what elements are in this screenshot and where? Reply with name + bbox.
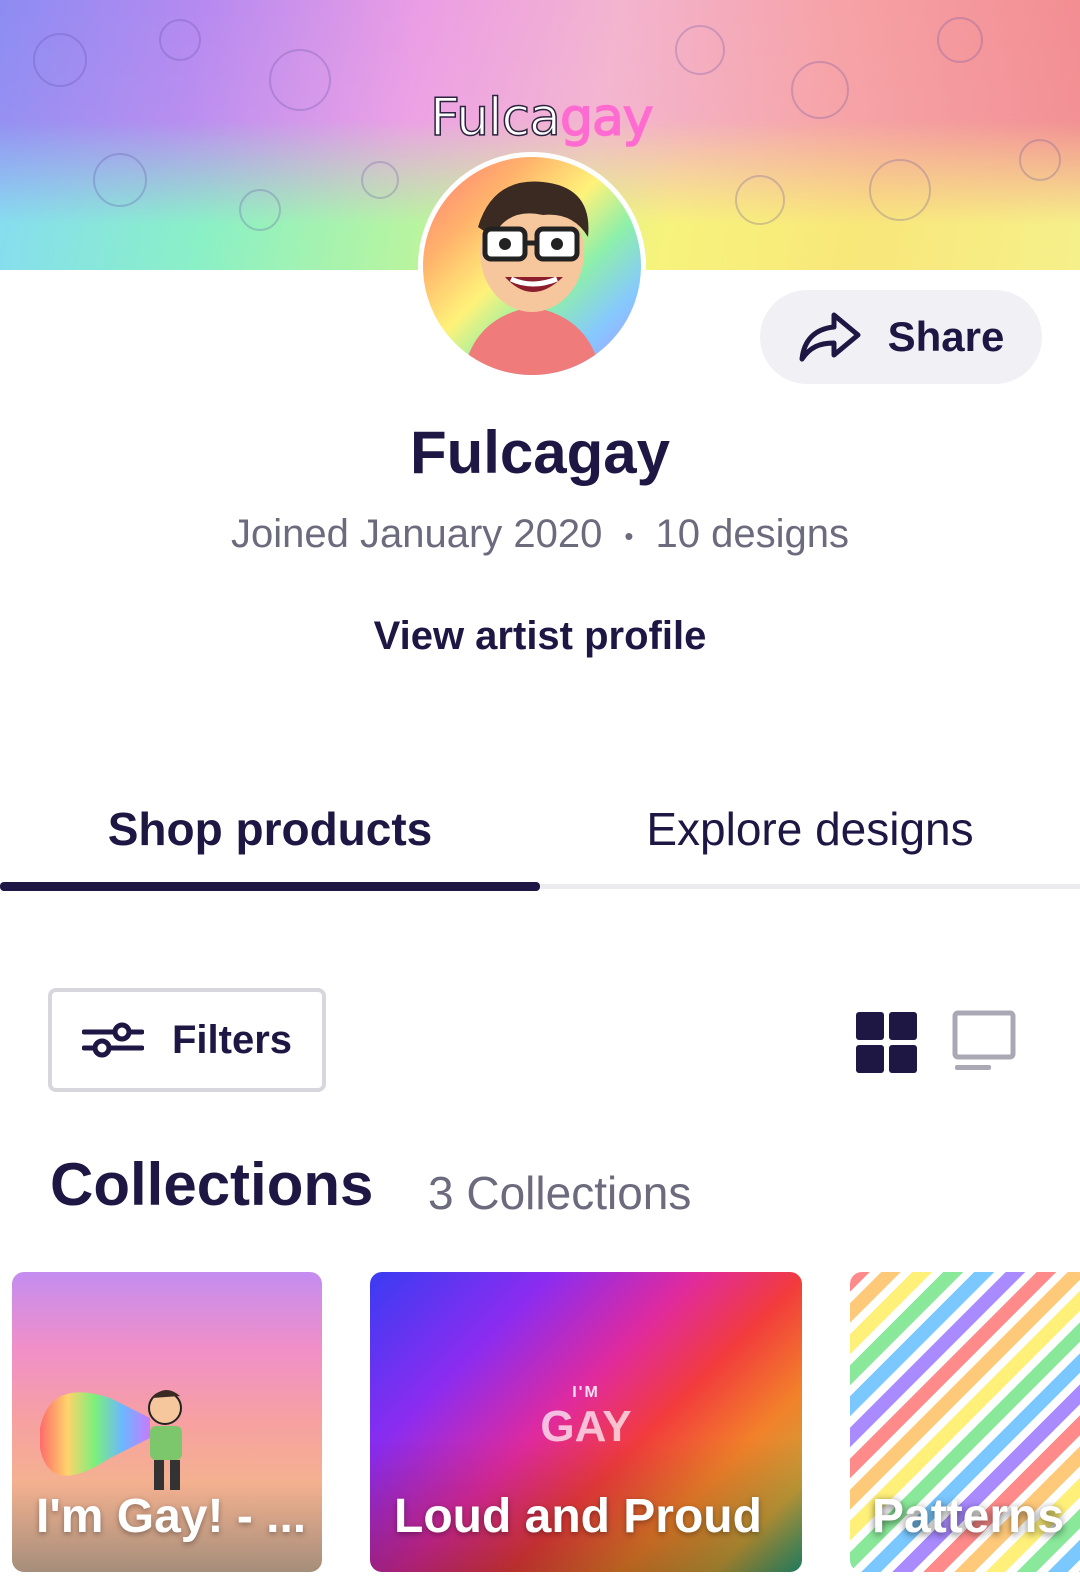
joined-date: Joined January 2020	[231, 512, 603, 556]
artist-name: Fulcagay	[409, 419, 671, 486]
shop-logo: Fulcagay	[429, 87, 654, 149]
list-view-icon[interactable]	[952, 1010, 1016, 1074]
collections-carousel: I'm Gay! - ... I'M GAY Loud and Proud Pa…	[0, 1272, 1080, 1574]
collection-card[interactable]: I'm Gay! - ...	[12, 1272, 322, 1572]
filters-button[interactable]: Filters	[48, 988, 326, 1092]
collection-art-caption: I'M	[572, 1384, 600, 1401]
collections-count: 3 Collections	[428, 1167, 692, 1219]
avatar-illustration	[463, 181, 601, 375]
share-button[interactable]: Share	[760, 290, 1042, 384]
grid-view-icon[interactable]	[856, 1012, 918, 1074]
collection-art-word: GAY	[540, 1402, 632, 1451]
collection-title: Loud and Proud	[394, 1490, 762, 1543]
sliders-icon	[81, 1022, 144, 1058]
active-tab-indicator	[0, 882, 540, 891]
share-arrow-icon	[799, 312, 861, 362]
collection-card[interactable]: Patterns	[850, 1272, 1080, 1572]
meta-separator: •	[624, 520, 634, 551]
tab-shop-products[interactable]: Shop products	[0, 802, 540, 856]
collection-title: Patterns	[872, 1490, 1065, 1543]
collection-title: I'm Gay! - ...	[36, 1490, 307, 1543]
design-count: 10 designs	[655, 512, 849, 556]
artist-meta: Joined January 2020 • 10 designs	[0, 512, 1080, 557]
tab-track	[540, 884, 1080, 889]
filters-label: Filters	[171, 1017, 293, 1062]
share-button-label: Share	[887, 313, 1005, 360]
avatar	[418, 152, 646, 380]
tab-explore-designs[interactable]: Explore designs	[540, 802, 1080, 856]
collection-card[interactable]: I'M GAY Loud and Proud	[370, 1272, 802, 1572]
collection-art-rainbow-breath	[40, 1389, 182, 1490]
view-artist-profile-link[interactable]: View artist profile	[0, 614, 1080, 659]
tab-bar: Shop products Explore designs	[0, 780, 1080, 891]
collections-heading: Collections	[50, 1151, 374, 1218]
